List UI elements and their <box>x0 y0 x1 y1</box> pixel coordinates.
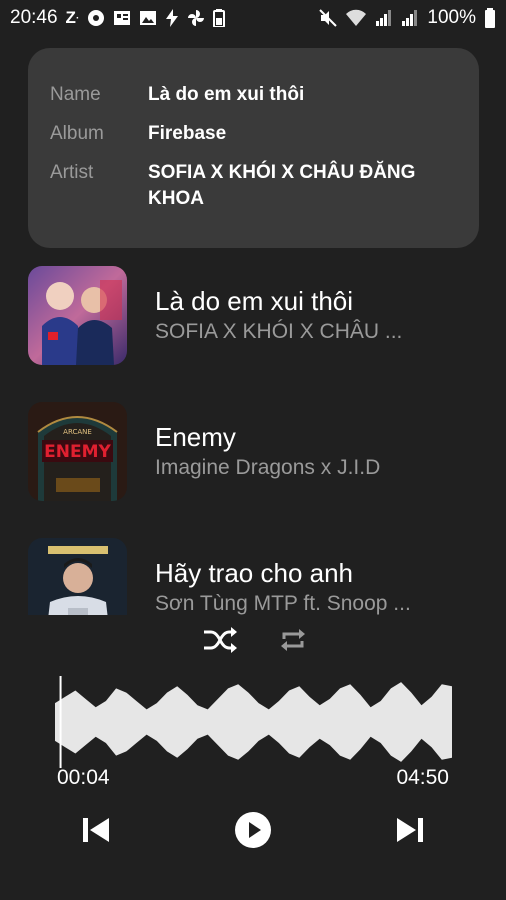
waveform-seekbar[interactable] <box>55 676 452 768</box>
elapsed-time: 00:04 <box>57 766 110 789</box>
list-item[interactable]: Hãy trao cho anh Sơn Tùng MTP ft. Snoop … <box>0 537 506 615</box>
song-info-card: Name Là do em xui thôi Album Firebase Ar… <box>28 48 479 248</box>
info-row-name: Name Là do em xui thôi <box>50 82 457 108</box>
song-artist: Imagine Dragons x J.I.D <box>155 456 381 479</box>
play-icon <box>234 811 272 854</box>
hay-trao-cho-anh-cover <box>28 537 127 615</box>
artist-label: Artist <box>50 162 94 183</box>
cover-subtext: ARCANE <box>63 427 92 436</box>
shuffle-icon <box>202 625 238 660</box>
album-value: Firebase <box>148 123 227 144</box>
enemy-arcane-cover: ARCANE ENEMY <box>28 401 127 501</box>
previous-button[interactable] <box>78 814 114 850</box>
gallery-icon <box>139 9 157 27</box>
waveform-shape <box>55 682 452 762</box>
mute-icon <box>319 9 338 27</box>
play-button[interactable] <box>233 811 273 854</box>
z-notification-icon: Z · <box>65 8 80 27</box>
next-button[interactable] <box>392 814 428 850</box>
song-title: Là do em xui thôi <box>155 286 354 316</box>
total-duration: 04:50 <box>396 766 449 789</box>
cover-text: ENEMY <box>44 441 111 462</box>
name-label: Name <box>50 84 101 105</box>
clock: 20:46 <box>10 7 58 28</box>
list-item[interactable]: Là do em xui thôi SOFIA X KHÓI X CHÂU ..… <box>0 265 506 365</box>
status-bar-left: 20:46 Z · <box>10 7 226 29</box>
song-title: Hãy trao cho anh <box>155 558 354 588</box>
transport-controls <box>0 810 506 860</box>
status-bar: 20:46 Z · 100% <box>0 0 506 36</box>
info-row-album: Album Firebase <box>50 121 457 147</box>
mode-controls <box>0 622 506 662</box>
status-bar-right: 100% <box>319 7 496 29</box>
artist-value: SOFIA X KHÓI X CHÂU ĐĂNG KHOA <box>148 162 416 209</box>
skip-next-icon <box>395 816 425 849</box>
signal-icon <box>401 9 419 27</box>
waveform-graphic <box>55 676 452 768</box>
flash-icon <box>165 9 179 27</box>
song-text: Enemy Imagine Dragons x J.I.D <box>155 420 455 482</box>
la-do-em-xui-thoi-cover <box>28 265 127 365</box>
song-text: Hãy trao cho anh Sơn Tùng MTP ft. Snoop … <box>155 556 455 615</box>
pinwheel-icon <box>187 9 205 27</box>
battery-percent: 100% <box>427 7 476 28</box>
music-player-screen: 20:46 Z · 100% Name Là do em xui thôi Al… <box>0 0 506 900</box>
song-title: Enemy <box>155 422 236 452</box>
battery-icon <box>484 8 496 28</box>
song-artist: SOFIA X KHÓI X CHÂU ... <box>155 320 403 343</box>
song-artist: Sơn Tùng MTP ft. Snoop ... <box>155 592 411 615</box>
skip-previous-icon <box>81 816 111 849</box>
signal-icon <box>375 9 393 27</box>
repeat-button[interactable] <box>273 622 313 662</box>
info-row-artist: Artist SOFIA X KHÓI X CHÂU ĐĂNG KHOA <box>50 160 457 212</box>
shuffle-button[interactable] <box>200 622 240 662</box>
album-label: Album <box>50 123 104 144</box>
repeat-icon <box>278 625 308 660</box>
song-list[interactable]: Là do em xui thôi SOFIA X KHÓI X CHÂU ..… <box>0 265 506 615</box>
name-value: Là do em xui thôi <box>148 84 305 105</box>
list-item[interactable]: ARCANE ENEMY Enemy Imagine Dragons x J.I… <box>0 401 506 501</box>
news-icon <box>113 9 131 27</box>
wifi-icon <box>345 9 367 27</box>
song-text: Là do em xui thôi SOFIA X KHÓI X CHÂU ..… <box>155 284 455 346</box>
circle-app-icon <box>87 9 105 27</box>
battery-saver-icon <box>213 9 226 27</box>
